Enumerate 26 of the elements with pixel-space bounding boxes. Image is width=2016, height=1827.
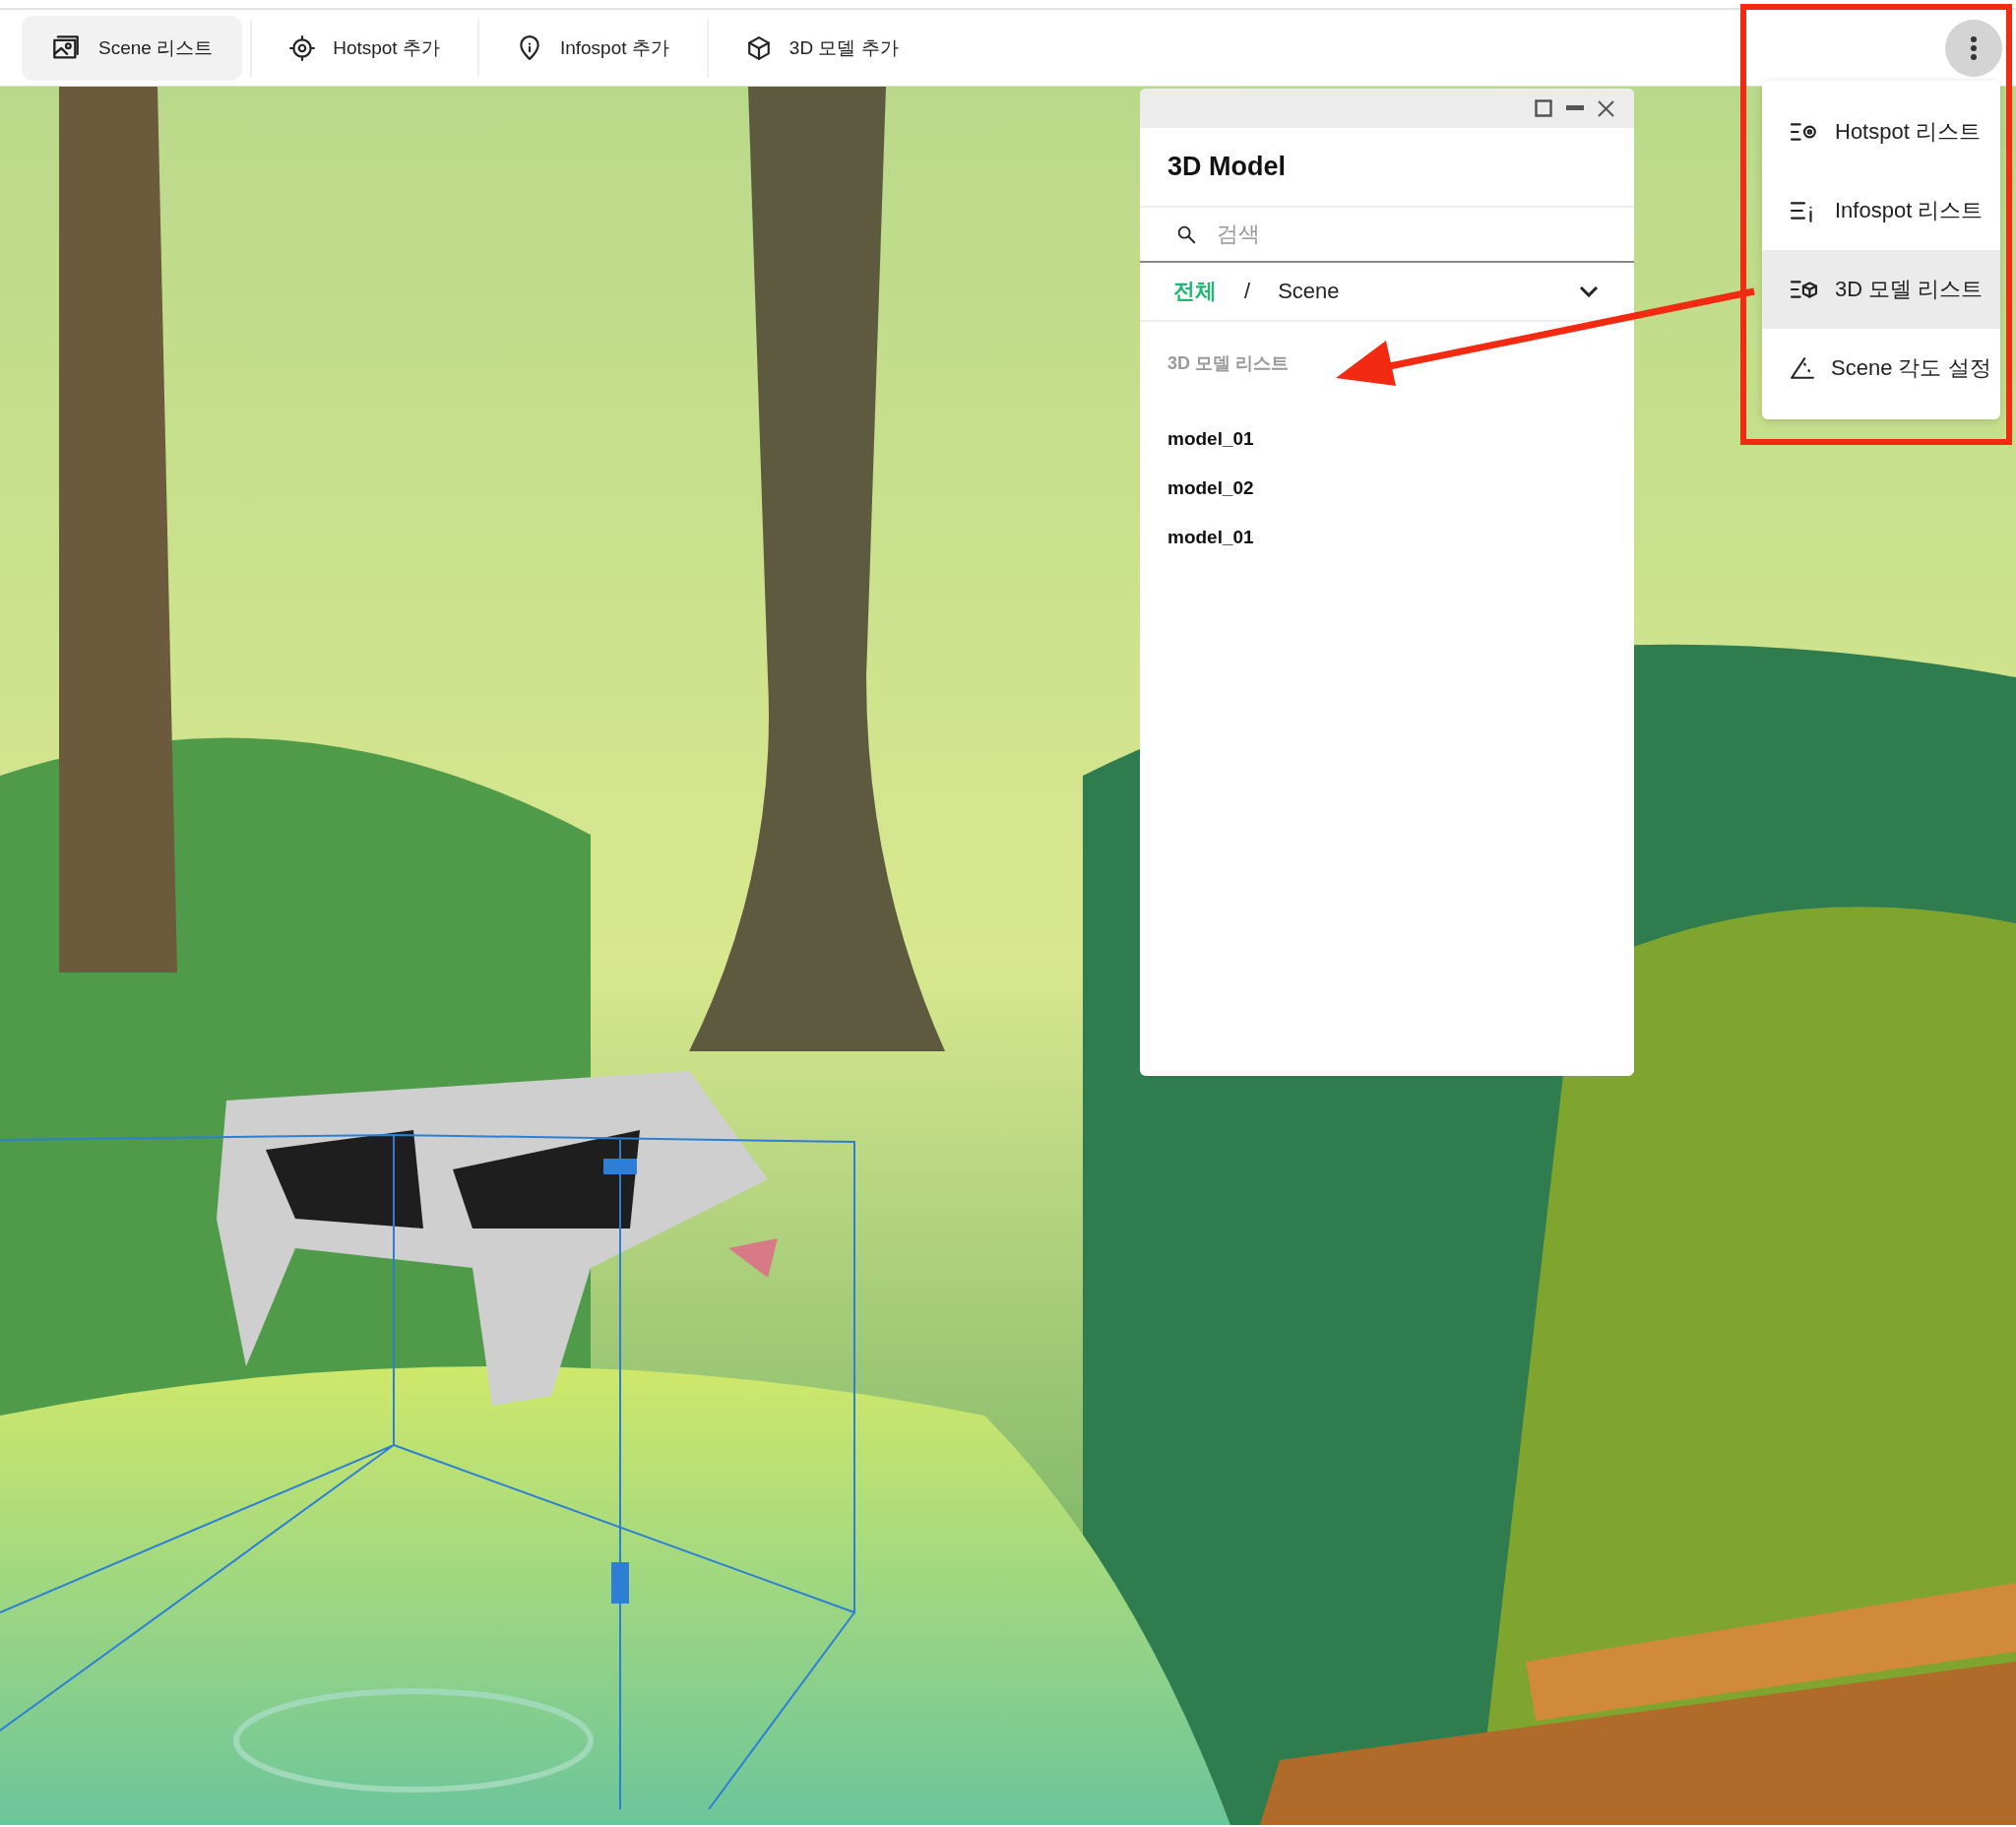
section-label: 3D 모델 리스트 — [1166, 352, 1290, 375]
maximize-icon[interactable] — [1535, 99, 1552, 117]
menu-item[interactable]: Scene 각도 설정 — [1762, 329, 2000, 408]
more-icon — [1970, 35, 1978, 61]
menu-item[interactable]: Infospot 리스트 — [1762, 171, 2000, 250]
close-icon[interactable] — [1598, 99, 1614, 117]
chevron-down-icon[interactable] — [1579, 285, 1599, 297]
angle-icon — [1788, 355, 1817, 381]
model-list-item[interactable]: model_02 — [1140, 464, 1634, 513]
toolbar-tab[interactable]: Scene 리스트 — [22, 15, 243, 81]
cube-icon — [745, 34, 772, 61]
panel-title: 3D Model — [1140, 128, 1634, 208]
target-icon — [289, 34, 316, 61]
menu-item[interactable]: 3D 모델 리스트 — [1762, 250, 2000, 329]
model-list-item[interactable]: model_01 — [1140, 513, 1634, 562]
minimize-icon[interactable] — [1566, 105, 1584, 111]
breadcrumb-link[interactable]: Scene — [1278, 279, 1340, 304]
toolbar-tab[interactable]: Infospot 추가 — [486, 15, 699, 81]
search-field[interactable]: 검색 — [1215, 220, 1599, 248]
breadcrumb-separator: / — [1244, 279, 1251, 304]
toolbar-tab[interactable]: 3D 모델 추가 — [716, 15, 928, 81]
menu-item[interactable]: Hotspot 리스트 — [1762, 93, 2000, 171]
toolbar-tab[interactable]: Hotspot 추가 — [260, 15, 470, 81]
search-icon — [1175, 223, 1197, 245]
image-icon — [51, 33, 81, 62]
model-list-item[interactable]: model_01 — [1140, 414, 1634, 464]
